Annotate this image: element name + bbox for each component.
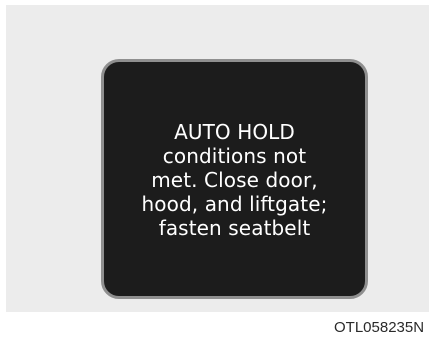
illustration-panel: AUTO HOLD conditions not met. Close door… [6, 5, 429, 312]
cluster-display-popup: AUTO HOLD conditions not met. Close door… [101, 59, 368, 299]
figure-code-label: OTL058235N [334, 319, 425, 336]
message-line: hood, and liftgate; [141, 192, 328, 216]
auto-hold-warning-message: AUTO HOLD conditions not met. Close door… [104, 120, 365, 240]
message-line: conditions not [162, 144, 307, 168]
message-line: AUTO HOLD [174, 120, 295, 144]
message-line: fasten seatbelt [158, 216, 311, 240]
message-line: met. Close door, [151, 168, 318, 192]
